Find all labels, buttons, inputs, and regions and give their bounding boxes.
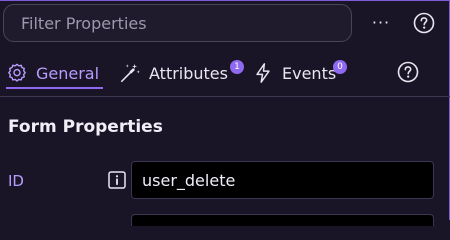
section-title: Form Properties: [8, 117, 163, 137]
property-tabs: General Attributes 1 Events 0: [0, 53, 450, 93]
tab-attributes-label: Attributes: [149, 63, 228, 83]
tab-events-label: Events: [282, 63, 337, 83]
filter-box: [3, 4, 352, 42]
help-icon[interactable]: [397, 61, 419, 83]
magic-wand-icon: [120, 63, 140, 83]
tab-events[interactable]: Events 0: [252, 53, 347, 93]
lightning-icon: [256, 63, 270, 83]
tab-general-label: General: [36, 63, 100, 83]
tabs-divider: [0, 96, 450, 97]
events-count-badge: 0: [333, 60, 347, 74]
active-tab-indicator: [6, 87, 104, 89]
next-field-input[interactable]: [131, 214, 434, 226]
gear-icon: [8, 63, 26, 82]
attributes-count-badge: 1: [230, 60, 244, 74]
filter-properties-input[interactable]: [4, 5, 351, 41]
properties-panel: ··· General Attributes 1: [0, 0, 450, 226]
help-icon[interactable]: [413, 12, 435, 34]
tab-attributes[interactable]: Attributes 1: [119, 53, 244, 93]
id-field-input[interactable]: [131, 161, 434, 199]
tab-general[interactable]: General: [6, 53, 104, 93]
id-field-label: ID: [8, 172, 24, 190]
more-options-button[interactable]: ···: [366, 10, 396, 36]
info-icon[interactable]: [108, 171, 126, 189]
